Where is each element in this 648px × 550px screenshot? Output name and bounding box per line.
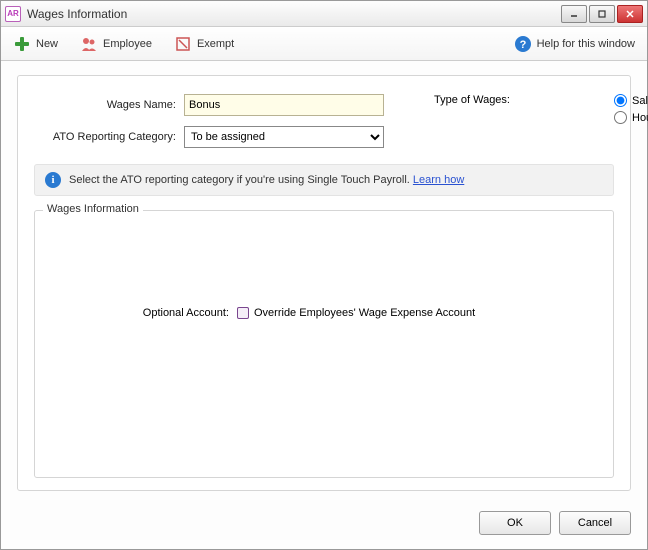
- maximize-icon: [597, 9, 607, 19]
- wages-info-group: Wages Information Optional Account: Over…: [34, 210, 614, 478]
- salary-radio-label: Salary: [632, 95, 648, 107]
- body-area: Wages Name: ATO Reporting Category: To b…: [1, 61, 647, 501]
- content-panel: Wages Name: ATO Reporting Category: To b…: [17, 75, 631, 491]
- employee-icon: [80, 35, 98, 53]
- salary-radio[interactable]: [614, 94, 627, 107]
- wages-info-window: AR Wages Information New Employee: [0, 0, 648, 550]
- hourly-radio[interactable]: [614, 111, 627, 124]
- hourly-radio-label: Hourly: [632, 112, 648, 124]
- override-checkbox-label: Override Employees' Wage Expense Account: [254, 307, 475, 319]
- new-label: New: [36, 38, 58, 50]
- footer: OK Cancel: [1, 501, 647, 549]
- help-icon: ?: [514, 35, 532, 53]
- employee-label: Employee: [103, 38, 152, 50]
- exempt-button[interactable]: Exempt: [170, 32, 238, 56]
- titlebar: AR Wages Information: [1, 1, 647, 27]
- toolbar: New Employee Exempt ? Help for this wind…: [1, 27, 647, 61]
- form-top: Wages Name: ATO Reporting Category: To b…: [34, 94, 614, 158]
- help-label: Help for this window: [537, 38, 635, 50]
- window-controls: [561, 5, 643, 23]
- svg-text:?: ?: [519, 39, 526, 51]
- ato-category-select[interactable]: To be assigned: [184, 126, 384, 148]
- info-icon: i: [45, 172, 61, 188]
- info-banner: i Select the ATO reporting category if y…: [34, 164, 614, 196]
- ato-category-label: ATO Reporting Category:: [34, 131, 184, 143]
- info-text: Select the ATO reporting category if you…: [69, 174, 413, 186]
- exempt-label: Exempt: [197, 38, 234, 50]
- plus-icon: [13, 35, 31, 53]
- learn-how-link[interactable]: Learn how: [413, 174, 464, 186]
- wages-name-input[interactable]: [184, 94, 384, 116]
- close-icon: [625, 9, 635, 19]
- exempt-icon: [174, 35, 192, 53]
- optional-account-label: Optional Account:: [47, 307, 237, 319]
- override-checkbox[interactable]: [237, 307, 249, 319]
- employee-button[interactable]: Employee: [76, 32, 156, 56]
- close-button[interactable]: [617, 5, 643, 23]
- info-text-wrap: Select the ATO reporting category if you…: [69, 174, 464, 186]
- help-button[interactable]: ? Help for this window: [510, 32, 639, 56]
- new-button[interactable]: New: [9, 32, 62, 56]
- app-icon: AR: [5, 6, 21, 22]
- maximize-button[interactable]: [589, 5, 615, 23]
- minimize-button[interactable]: [561, 5, 587, 23]
- type-of-wages-label: Type of Wages:: [424, 94, 516, 128]
- ok-button[interactable]: OK: [479, 511, 551, 535]
- window-title: Wages Information: [27, 7, 561, 21]
- wages-name-label: Wages Name:: [34, 99, 184, 111]
- group-legend: Wages Information: [43, 203, 143, 215]
- minimize-icon: [569, 9, 579, 19]
- cancel-button[interactable]: Cancel: [559, 511, 631, 535]
